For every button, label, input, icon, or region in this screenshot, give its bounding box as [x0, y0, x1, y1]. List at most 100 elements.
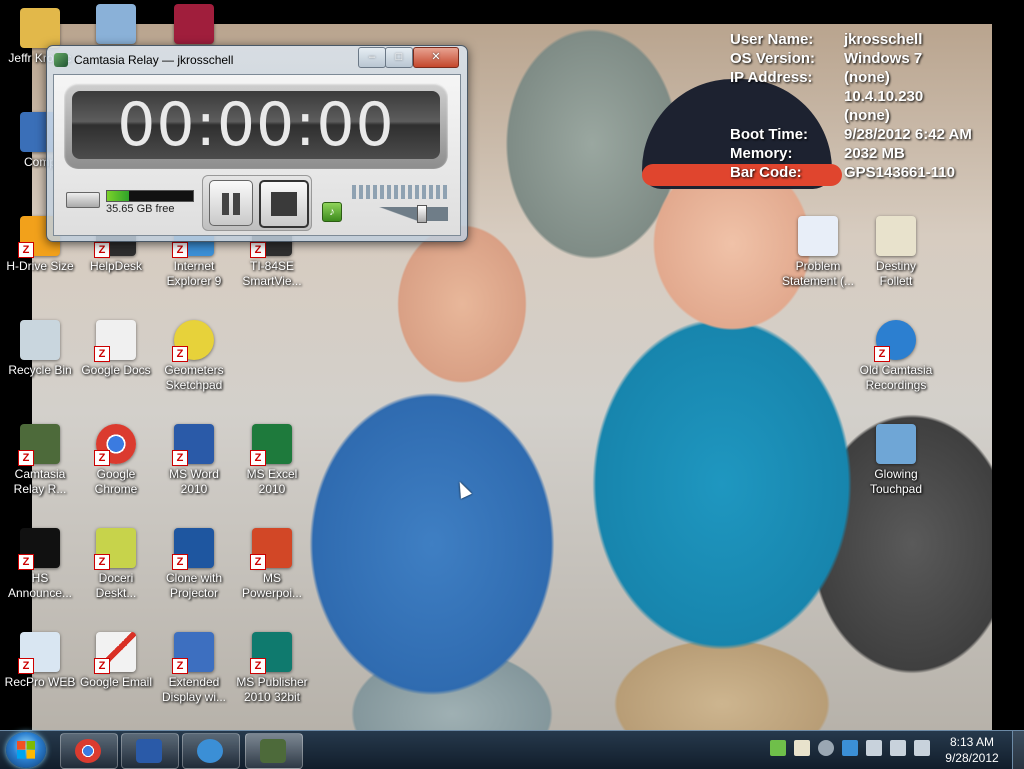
- tray-shield-icon[interactable]: [770, 740, 786, 756]
- desktop-icon-extended-display[interactable]: Z Extended Display wi...: [156, 632, 232, 705]
- z-drive-overlay-icon: Z: [250, 554, 266, 570]
- desktop-icon-problem-statement[interactable]: Problem Statement (...: [780, 216, 856, 289]
- desktop-icon-destiny-follett[interactable]: Destiny Follett: [858, 216, 934, 289]
- z-drive-overlay-icon: Z: [874, 346, 890, 362]
- z-drive-overlay-icon: Z: [172, 658, 188, 674]
- desktop-icon-google-email[interactable]: Z Google Email: [78, 632, 154, 690]
- taskbar-app-camtasia-relay[interactable]: [245, 733, 303, 769]
- desktop-icon-doceri[interactable]: Z Doceri Deskt...: [78, 528, 154, 601]
- desktop-icon-google-chrome[interactable]: Z Google Chrome: [78, 424, 154, 497]
- desktop-icon-old-camtasia-recordings[interactable]: Z Old Camtasia Recordings: [858, 320, 934, 393]
- start-button[interactable]: [6, 732, 46, 768]
- z-drive-overlay-icon: Z: [94, 450, 110, 466]
- sketchpad-icon: Z: [172, 320, 214, 362]
- show-desktop-button[interactable]: [1012, 731, 1024, 769]
- pause-icon: [233, 193, 240, 215]
- sysinfo-row: IP Address: (none): [730, 68, 994, 87]
- desktop-icon-ms-publisher[interactable]: Z MS Publisher 2010 32bit: [234, 632, 310, 705]
- display-extend-icon: Z: [172, 632, 214, 674]
- disk-free-label: 35.65 GB free: [106, 203, 175, 215]
- sysinfo-row: 10.4.10.230: [730, 87, 994, 106]
- recpro-icon: Z: [18, 632, 60, 674]
- sysinfo-row: OS Version: Windows 7: [730, 49, 994, 68]
- sysinfo-value: 2032 MB: [844, 145, 905, 162]
- clock-time: 8:13 AM: [949, 735, 995, 749]
- powerpoint-icon: Z: [250, 528, 292, 570]
- maximize-button[interactable]: □: [385, 47, 413, 68]
- desktop-icon-glowing-touchpad[interactable]: Glowing Touchpad: [858, 424, 934, 497]
- word-icon: [136, 739, 162, 763]
- display-icon[interactable]: [866, 740, 882, 756]
- desktop-icon-ms-powerpoint[interactable]: Z MS Powerpoi...: [234, 528, 310, 601]
- sysinfo-row: Bar Code: GPS143661-110: [730, 163, 994, 182]
- sysinfo-value: jkrosschell: [844, 31, 923, 48]
- z-drive-overlay-icon: Z: [172, 346, 188, 362]
- desktop-icon-geometers-sketchpad[interactable]: Z Geometers Sketchpad: [156, 320, 232, 393]
- desktop-icon-ms-word[interactable]: Z MS Word 2010: [156, 424, 232, 497]
- windows-logo-icon: [17, 741, 35, 759]
- z-drive-overlay-icon: Z: [94, 658, 110, 674]
- z-drive-overlay-icon: Z: [250, 658, 266, 674]
- desktop-icon-recycle-bin[interactable]: Recycle Bin: [2, 320, 78, 378]
- z-drive-overlay-icon: Z: [18, 242, 34, 258]
- sysinfo-key: OS Version:: [730, 50, 816, 67]
- minimize-button[interactable]: –: [358, 47, 386, 68]
- word-icon: Z: [172, 424, 214, 466]
- sysinfo-row: Boot Time: 9/28/2012 6:42 AM: [730, 125, 994, 144]
- desktop-icon-clone-projector[interactable]: Z Clone with Projector: [156, 528, 232, 601]
- desktop-icon-ms-excel[interactable]: Z MS Excel 2010: [234, 424, 310, 497]
- close-button[interactable]: ✕: [413, 47, 459, 68]
- sysinfo-row: Memory: 2032 MB: [730, 144, 994, 163]
- taskbar-app-chrome[interactable]: [60, 733, 118, 769]
- window-titlebar[interactable]: Camtasia Relay — jkrosschell – □ ✕: [47, 46, 467, 73]
- record-controls: [202, 175, 312, 231]
- hard-drive-icon: [66, 192, 100, 208]
- shortcut-icon: [174, 4, 214, 44]
- excel-icon: Z: [250, 424, 292, 466]
- network-icon[interactable]: [890, 740, 906, 756]
- web-link-icon: Z: [874, 320, 916, 362]
- desktop-icon-recpro-web[interactable]: Z RecPro WEB: [2, 632, 78, 690]
- stop-button[interactable]: [259, 180, 309, 228]
- desktop-icon-unlabeled[interactable]: [156, 4, 232, 47]
- volume-icon[interactable]: [914, 740, 930, 756]
- z-drive-overlay-icon: Z: [94, 346, 110, 362]
- word-document-icon: [798, 216, 838, 256]
- microphone-icon[interactable]: ♪: [322, 202, 342, 222]
- doceri-icon: Z: [94, 528, 136, 570]
- z-drive-overlay-icon: Z: [18, 658, 34, 674]
- folder-icon: [20, 8, 60, 48]
- camtasia-relay-window[interactable]: Camtasia Relay — jkrosschell – □ ✕ 00:00…: [46, 45, 468, 242]
- pause-button[interactable]: [209, 180, 253, 226]
- gmail-icon: Z: [94, 632, 136, 674]
- sysinfo-value: Windows 7: [844, 50, 923, 67]
- desktop-icon-hs-announcements[interactable]: Z HS Announce...: [2, 528, 78, 601]
- timer-frame: 00:00:00: [64, 83, 448, 169]
- recording-timer: 00:00:00: [72, 91, 440, 159]
- volume-slider-handle[interactable]: [417, 205, 428, 223]
- z-drive-overlay-icon: Z: [94, 554, 110, 570]
- taskbar-app-internet-explorer[interactable]: [182, 733, 240, 769]
- desktop-icon-camtasia-relay[interactable]: Z Camtasia Relay R...: [2, 424, 78, 497]
- sysinfo-value: (none): [844, 107, 890, 124]
- internet-explorer-icon: [197, 739, 223, 763]
- camtasia-app-icon: [54, 53, 68, 67]
- disk-usage-fill: [107, 191, 129, 201]
- desktop-icon-google-docs[interactable]: Z Google Docs: [78, 320, 154, 378]
- z-drive-overlay-icon: Z: [250, 450, 266, 466]
- system-info-overlay: User Name: jkrosschell OS Version: Windows…: [730, 30, 994, 182]
- google-docs-icon: Z: [94, 320, 136, 362]
- tray-flag-icon[interactable]: [794, 740, 810, 756]
- desktop-icon-unlabeled[interactable]: [78, 4, 154, 47]
- sysinfo-key: [730, 87, 844, 106]
- close-icon: ✕: [431, 51, 441, 63]
- bluetooth-icon[interactable]: [842, 740, 858, 756]
- tray-update-icon[interactable]: [818, 740, 834, 756]
- taskbar: 8:13 AM 9/28/2012: [0, 730, 1024, 769]
- taskbar-app-word[interactable]: [121, 733, 179, 769]
- window-title: Camtasia Relay — jkrosschell: [74, 53, 234, 67]
- volume-slider[interactable]: [352, 207, 448, 221]
- publisher-icon: Z: [250, 632, 292, 674]
- taskbar-clock[interactable]: 8:13 AM 9/28/2012: [936, 734, 1008, 766]
- z-drive-overlay-icon: Z: [94, 242, 110, 258]
